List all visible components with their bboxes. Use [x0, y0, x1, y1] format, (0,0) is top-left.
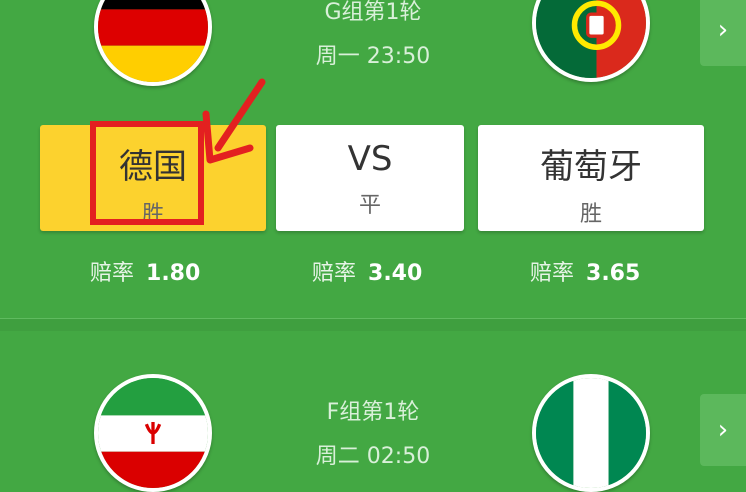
odds-home: 赔率 1.80 — [90, 255, 200, 287]
draw-option[interactable]: VS 平 — [276, 125, 464, 231]
odds-value: 3.65 — [586, 261, 641, 286]
match-card-germany-portugal: G组第1轮 周一 23:50 › 德国 胜 VS 平 葡萄牙 胜 赔率 1.80 … — [0, 0, 746, 318]
away-win-option[interactable]: 葡萄牙 胜 — [478, 125, 704, 231]
match-time: 周二 02:50 — [315, 444, 431, 469]
team-name: 葡萄牙 — [540, 147, 642, 187]
match-card-iran-nigeria: F组第1轮 周二 02:50 › — [0, 330, 746, 492]
result-label: 胜 — [579, 202, 602, 227]
chevron-right-icon: › — [717, 415, 729, 445]
odds-draw: 赔率 3.40 — [312, 255, 422, 287]
group-label: G组第1轮 — [324, 0, 422, 25]
germany-flag-icon — [94, 0, 212, 86]
odds-label: 赔率 — [90, 261, 135, 286]
portugal-flag-icon — [532, 0, 650, 82]
odds-value: 1.80 — [146, 261, 201, 286]
highlight-box — [90, 121, 204, 225]
odds-label: 赔率 — [530, 261, 575, 286]
result-label: 平 — [358, 193, 381, 218]
iran-flag-icon — [94, 374, 212, 492]
chevron-right-icon: › — [717, 15, 729, 45]
team-name: VS — [347, 139, 393, 179]
match-info: F组第1轮 周二 02:50 — [250, 394, 496, 470]
odds-value: 3.40 — [368, 261, 423, 286]
odds-label: 赔率 — [312, 261, 357, 286]
match-info: G组第1轮 周一 23:50 — [250, 0, 496, 70]
next-match-button[interactable]: › — [700, 0, 746, 66]
nigeria-flag-icon — [532, 374, 650, 492]
red-arrow-icon — [202, 78, 266, 164]
next-match-button[interactable]: › — [700, 394, 746, 466]
odds-away: 赔率 3.65 — [530, 255, 640, 287]
group-label: F组第1轮 — [326, 400, 420, 425]
match-time: 周一 23:50 — [315, 44, 431, 69]
